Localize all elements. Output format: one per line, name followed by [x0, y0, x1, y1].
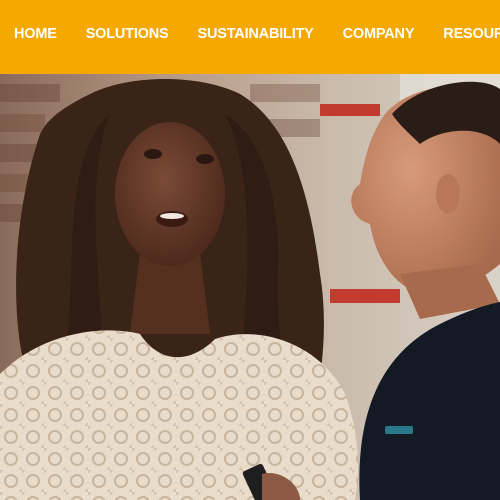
- woman-face: [115, 122, 225, 266]
- background-red-rail: [320, 104, 380, 116]
- nav-item-resources[interactable]: RESOURCES: [443, 25, 500, 43]
- shirt-logo: [385, 426, 413, 434]
- nav-menu: HOME SOLUTIONS SUSTAINABILITY COMPANY RE…: [14, 25, 500, 43]
- nav-item-company[interactable]: COMPANY: [343, 25, 415, 43]
- page: HOME SOLUTIONS SUSTAINABILITY COMPANY RE…: [0, 0, 500, 500]
- main-navigation-bar: HOME SOLUTIONS SUSTAINABILITY COMPANY RE…: [0, 0, 500, 74]
- nav-item-solutions[interactable]: SOLUTIONS: [86, 25, 169, 43]
- hero-photo: [0, 74, 500, 500]
- background-red-rail-lower: [330, 289, 400, 303]
- nav-item-home[interactable]: HOME: [14, 25, 57, 43]
- nav-item-sustainability[interactable]: SUSTAINABILITY: [198, 25, 314, 43]
- hero-photo-illustration: [0, 74, 500, 500]
